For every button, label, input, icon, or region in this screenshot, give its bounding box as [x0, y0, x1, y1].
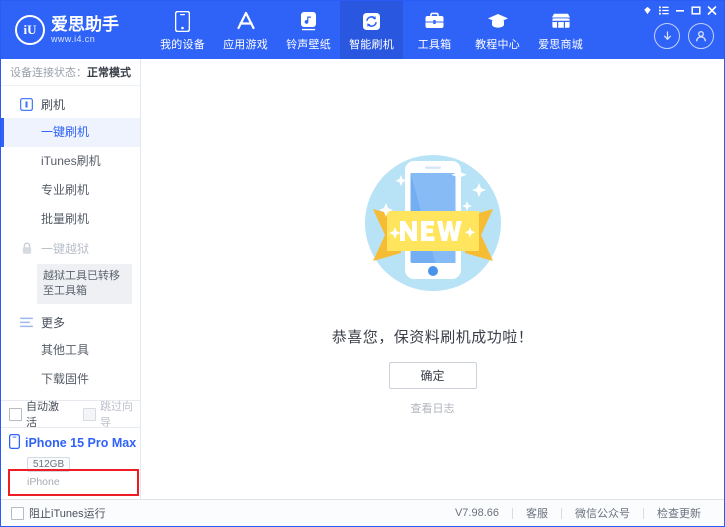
store-icon: [550, 10, 572, 32]
brand-name: 爱思助手: [51, 14, 119, 34]
appstore-icon: [235, 10, 257, 32]
sidebar-group-flash[interactable]: 刷机: [1, 90, 140, 118]
skip-wizard-checkbox: [83, 407, 97, 421]
customer-service-link[interactable]: 客服: [513, 505, 561, 521]
tab-apps-games[interactable]: 应用游戏: [214, 1, 277, 59]
device-capacity-badge: 512GB: [27, 457, 71, 472]
app-header: iU 爱思助手 www.i4.cn 我的设备 应用游戏 铃声壁纸 智能刷机 工具…: [1, 1, 724, 59]
group-label: 刷机: [41, 97, 66, 112]
window-controls: [640, 4, 719, 17]
app-window: iU 爱思助手 www.i4.cn 我的设备 应用游戏 铃声壁纸 智能刷机 工具…: [0, 0, 725, 527]
brand-url: www.i4.cn: [51, 33, 96, 44]
status-bar-links: V7.98.66 客服 微信公众号 检查更新: [442, 505, 714, 521]
phone-icon: [8, 433, 21, 452]
tab-label: 应用游戏: [223, 39, 268, 51]
jailbreak-moved-note: 越狱工具已转移至工具箱: [37, 264, 132, 304]
device-name-row: iPhone 15 Pro Max: [8, 433, 136, 452]
tab-label: 铃声壁纸: [286, 39, 331, 51]
status-value: 正常模式: [87, 67, 131, 79]
tab-ringtone-wallpaper[interactable]: 铃声壁纸: [277, 1, 340, 59]
device-name: iPhone 15 Pro Max: [25, 436, 137, 450]
sidebar-item-itunes-flash[interactable]: iTunes刷机: [1, 147, 140, 176]
block-itunes-checkbox[interactable]: [11, 506, 24, 520]
device-connection-status: 设备连接状态： 正常模式: [1, 59, 140, 86]
item-label: 一键刷机: [41, 125, 90, 139]
flash-icon: [19, 97, 34, 112]
menu-icon[interactable]: [656, 4, 671, 17]
tab-label: 爱思商城: [538, 39, 583, 51]
brand-text: 爱思助手 www.i4.cn: [51, 16, 119, 44]
sidebar: 设备连接状态： 正常模式 刷机 一键刷机 iTunes刷机 专业刷机 批量刷机 …: [1, 59, 141, 499]
tab-store[interactable]: 爱思商城: [529, 1, 592, 59]
sidebar-group-jailbreak: 一键越狱: [1, 234, 140, 262]
refresh-icon: [362, 10, 381, 32]
sidebar-item-batch-flash[interactable]: 批量刷机: [1, 205, 140, 234]
music-icon: [299, 10, 318, 32]
status-label: 设备连接状态：: [10, 67, 87, 79]
tab-toolbox[interactable]: 工具箱: [403, 1, 466, 59]
tab-label: 智能刷机: [349, 39, 394, 51]
sidebar-item-other-tools[interactable]: 其他工具: [1, 336, 140, 365]
auto-activate-checkbox[interactable]: [9, 407, 22, 421]
tab-label: 工具箱: [417, 39, 452, 51]
wechat-official-link[interactable]: 微信公众号: [562, 505, 643, 521]
minimize-icon[interactable]: [672, 4, 687, 17]
item-label: 其他工具: [41, 343, 90, 357]
sidebar-item-pro-flash[interactable]: 专业刷机: [1, 176, 140, 205]
device-type: iPhone: [27, 476, 60, 488]
block-itunes-label: 阻止iTunes运行: [29, 508, 106, 520]
maximize-icon[interactable]: [688, 4, 703, 17]
tab-smart-flash[interactable]: 智能刷机: [340, 1, 403, 59]
list-icon: [19, 315, 34, 330]
close-icon[interactable]: [704, 4, 719, 17]
status-bar: 阻止iTunes运行 V7.98.66 客服 微信公众号 检查更新: [1, 499, 724, 526]
toolbox-icon: [424, 10, 445, 32]
sidebar-nav: 刷机 一键刷机 iTunes刷机 专业刷机 批量刷机 一键越狱 越狱工具已转移至…: [1, 86, 140, 394]
header-actions: [654, 23, 714, 49]
app-body: 设备连接状态： 正常模式 刷机 一键刷机 iTunes刷机 专业刷机 批量刷机 …: [1, 59, 724, 499]
brand-logo[interactable]: iU 爱思助手 www.i4.cn: [1, 1, 141, 59]
item-label: 下载固件: [41, 372, 90, 386]
tab-tutorial-center[interactable]: 教程中心: [466, 1, 529, 59]
auto-activate-label: 自动激活: [26, 401, 59, 429]
tab-label: 教程中心: [475, 39, 520, 51]
item-label: 批量刷机: [41, 212, 90, 226]
group-label: 一键越狱: [41, 241, 90, 256]
sidebar-item-one-key-flash[interactable]: 一键刷机: [1, 118, 140, 147]
device-icon: [175, 10, 190, 32]
group-label: 更多: [41, 315, 66, 330]
success-message: 恭喜您，保资料刷机成功啦！: [331, 329, 534, 346]
new-phone-badge-illustration: [333, 131, 533, 316]
skin-icon[interactable]: [640, 4, 655, 17]
sidebar-group-more[interactable]: 更多: [1, 308, 140, 336]
tab-my-device[interactable]: 我的设备: [151, 1, 214, 59]
graduation-cap-icon: [487, 10, 509, 32]
tab-label: 我的设备: [160, 39, 205, 51]
item-label: iTunes刷机: [41, 154, 101, 168]
main-content: 恭喜您，保资料刷机成功啦！ 确定 查看日志: [141, 59, 724, 499]
user-account-icon[interactable]: [688, 23, 714, 49]
logo-mark-icon: iU: [15, 15, 45, 45]
device-divider: [17, 494, 124, 495]
skip-wizard-label: 跳过向导: [100, 401, 134, 429]
download-icon[interactable]: [654, 23, 680, 49]
sidebar-options: 自动激活 跳过向导: [1, 401, 140, 429]
sidebar-item-download-firmware[interactable]: 下载固件: [1, 365, 140, 394]
main-nav-tabs: 我的设备 应用游戏 铃声壁纸 智能刷机 工具箱 教程中心 爱思商城: [151, 1, 592, 59]
view-log-link[interactable]: 查看日志: [411, 400, 455, 416]
check-update-link[interactable]: 检查更新: [644, 505, 714, 521]
connected-device-info[interactable]: iPhone 15 Pro Max 512GB iPhone: [1, 427, 140, 499]
app-version: V7.98.66: [454, 507, 499, 519]
item-label: 专业刷机: [41, 183, 90, 197]
lock-icon: [19, 241, 34, 256]
confirm-button[interactable]: 确定: [388, 362, 477, 389]
block-itunes-option[interactable]: 阻止iTunes运行: [11, 505, 106, 521]
